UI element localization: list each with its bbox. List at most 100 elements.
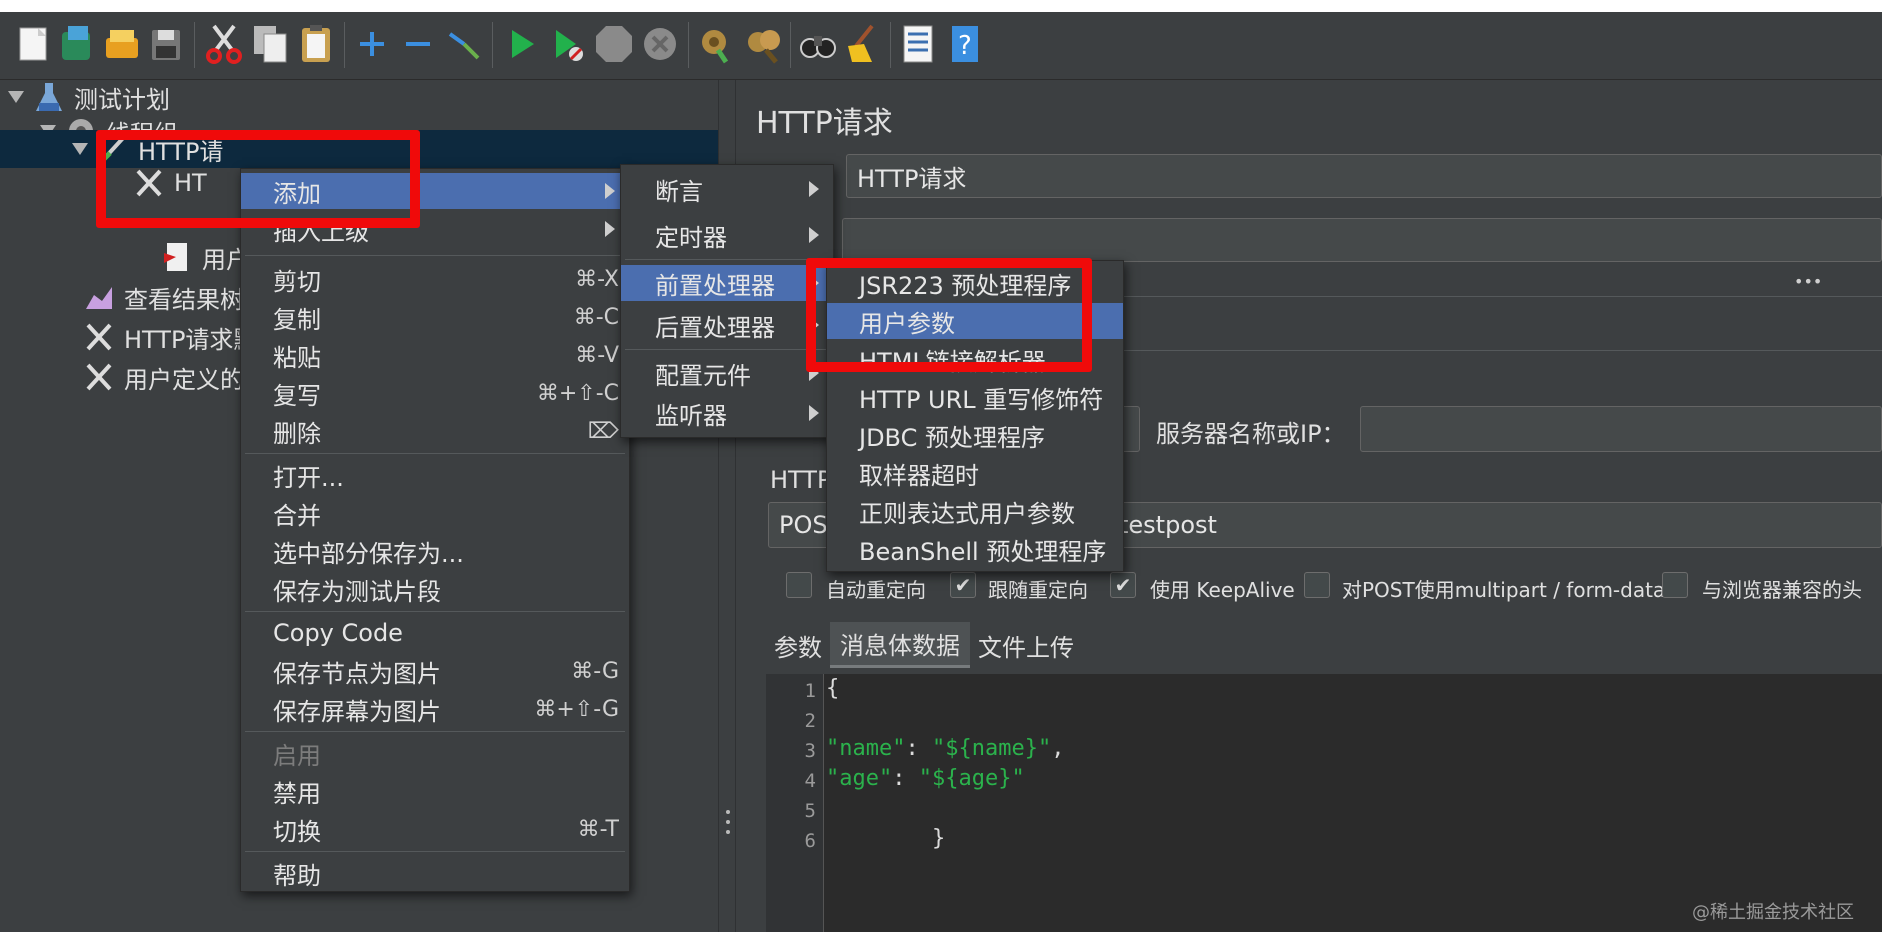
stop-icon[interactable] [594, 22, 634, 66]
expand-arrow-icon[interactable] [8, 91, 24, 103]
menu-item-sampler-timeout[interactable]: 取样器超时 [827, 455, 1123, 491]
menu-item-delete[interactable]: 删除 ⌦ [241, 413, 629, 449]
tree-node-view-results[interactable]: 查看结果树 [84, 278, 244, 316]
document-icon [162, 241, 192, 273]
expand-arrow-icon[interactable] [72, 143, 88, 155]
tree-node-label: 测试计划 [74, 85, 170, 114]
clear-icon[interactable] [696, 22, 736, 66]
tree-node-http-defaults[interactable]: HTTP请求默 [84, 318, 257, 356]
checkbox-follow-redirect[interactable]: ✔ [950, 572, 976, 598]
menu-item-cut[interactable]: 剪切 ⌘-X [241, 261, 629, 297]
menu-item-url-rewrite[interactable]: HTTP URL 重写修饰符 [827, 379, 1123, 415]
annotation-box-user-params [806, 258, 1092, 372]
submenu-arrow-icon [809, 227, 819, 243]
watermark: @稀土掘金技术社区 [1692, 902, 1854, 923]
menu-item-duplicate[interactable]: 复写 ⌘+⇧-C [241, 375, 629, 411]
comment-field[interactable] [842, 218, 1882, 262]
menu-separator [245, 731, 625, 732]
checkbox-auto-redirect[interactable] [786, 572, 812, 598]
tab-body-data[interactable]: 消息体数据 [830, 622, 970, 668]
code-line: "age": "${age}" [826, 766, 1025, 791]
menu-separator [245, 255, 625, 256]
divider-grip [726, 820, 730, 824]
shutdown-icon[interactable] [640, 22, 680, 66]
menu-item-copy-code[interactable]: Copy Code [241, 615, 629, 651]
body-data-editor[interactable] [766, 674, 1882, 932]
save-icon[interactable] [146, 22, 186, 66]
toolbar-separator [890, 22, 891, 68]
tree-node-label: 查看结果树 [124, 285, 244, 314]
add-submenu: 断言 定时器 前置处理器 后置处理器 配置元件 监听器 [620, 164, 834, 438]
tree-node-user-defined[interactable]: 用户定义的 [84, 358, 244, 396]
paste-icon[interactable] [296, 22, 336, 66]
start-icon[interactable] [502, 22, 542, 66]
menu-item-assertions[interactable]: 断言 [621, 171, 833, 207]
menu-item-disable[interactable]: 禁用 [241, 773, 629, 809]
menu-item-toggle[interactable]: 切换 ⌘-T [241, 811, 629, 847]
menu-item-jdbc[interactable]: JDBC 预处理程序 [827, 417, 1123, 453]
open-icon[interactable] [102, 22, 142, 66]
checkbox-label: 与浏览器兼容的头 [1702, 578, 1862, 602]
menu-item-merge[interactable]: 合并 [241, 495, 629, 531]
menu-item-regex-user-params[interactable]: 正则表达式用户参数 [827, 493, 1123, 529]
submenu-arrow-icon [605, 183, 615, 199]
tree-node-child-user[interactable]: 用户 [162, 238, 250, 276]
menu-item-save-screen-image[interactable]: 保存屏幕为图片 ⌘+⇧-G [241, 691, 629, 727]
expand-icon[interactable] [352, 22, 392, 66]
line-number: 4 [804, 770, 816, 792]
help-icon[interactable]: ? [946, 22, 986, 66]
menu-item-beanshell[interactable]: BeanShell 预处理程序 [827, 531, 1123, 567]
menu-separator [245, 611, 625, 612]
menu-item-save-node-image[interactable]: 保存节点为图片 ⌘-G [241, 653, 629, 689]
menu-item-open[interactable]: 打开... [241, 457, 629, 493]
menu-item-paste[interactable]: 粘贴 ⌘-V [241, 337, 629, 373]
wrench-icon [84, 321, 114, 353]
menu-item-config-element[interactable]: 配置元件 [621, 355, 833, 391]
checkbox-browser-headers[interactable] [1662, 572, 1688, 598]
json-comma: , [1051, 736, 1065, 761]
templates-icon[interactable] [58, 22, 98, 66]
menu-item-copy[interactable]: 复制 ⌘-C [241, 299, 629, 335]
menu-item-pre-processors[interactable]: 前置处理器 [621, 265, 833, 301]
line-number: 3 [804, 740, 816, 762]
toggle-icon[interactable] [444, 22, 484, 66]
tab-parameters[interactable]: 参数 [764, 622, 832, 668]
menu-separator [625, 349, 829, 350]
menu-separator [245, 453, 625, 454]
code-line: { [826, 676, 840, 701]
checkbox-label: 自动重定向 [826, 578, 926, 602]
checkbox-multipart[interactable] [1304, 572, 1330, 598]
json-key: "name" [826, 736, 906, 761]
cut-icon[interactable] [204, 22, 244, 66]
menu-item-listener[interactable]: 监听器 [621, 395, 833, 431]
new-icon[interactable] [14, 22, 54, 66]
tab-file-upload[interactable]: 文件上传 [968, 622, 1084, 668]
server-field[interactable] [1360, 406, 1882, 452]
name-field[interactable]: HTTP请求 [846, 154, 1882, 198]
function-helper-icon[interactable] [898, 22, 938, 66]
menu-item-save-selection[interactable]: 选中部分保存为... [241, 533, 629, 569]
clear-all-icon[interactable] [744, 22, 784, 66]
line-number: 6 [804, 830, 816, 852]
tree-node-test-plan[interactable]: 测试计划 [8, 78, 170, 116]
submenu-arrow-icon [605, 221, 615, 237]
collapse-icon[interactable] [398, 22, 438, 66]
more-dots[interactable]: ••• [1794, 272, 1822, 291]
menu-item-help[interactable]: 帮助 [241, 855, 629, 891]
menu-item-save-fragment[interactable]: 保存为测试片段 [241, 571, 629, 607]
path-field[interactable]: testpost [1100, 502, 1882, 548]
reset-search-icon[interactable] [842, 22, 882, 66]
start-no-pause-icon[interactable] [548, 22, 588, 66]
checkbox-label: 对POST使用multipart / form-data [1342, 578, 1666, 602]
chart-icon [84, 281, 114, 313]
menu-item-timer[interactable]: 定时器 [621, 217, 833, 253]
toolbar-separator [790, 22, 791, 68]
menu-separator [245, 851, 625, 852]
toolbar-separator [688, 22, 689, 68]
copy-icon[interactable] [250, 22, 290, 66]
checkbox-keepalive[interactable]: ✔ [1110, 572, 1136, 598]
menu-item-post-processors[interactable]: 后置处理器 [621, 307, 833, 343]
tree-node-label: 用户定义的 [124, 365, 244, 394]
search-icon[interactable] [798, 22, 838, 66]
menu-item-enable: 启用 [273, 741, 321, 770]
